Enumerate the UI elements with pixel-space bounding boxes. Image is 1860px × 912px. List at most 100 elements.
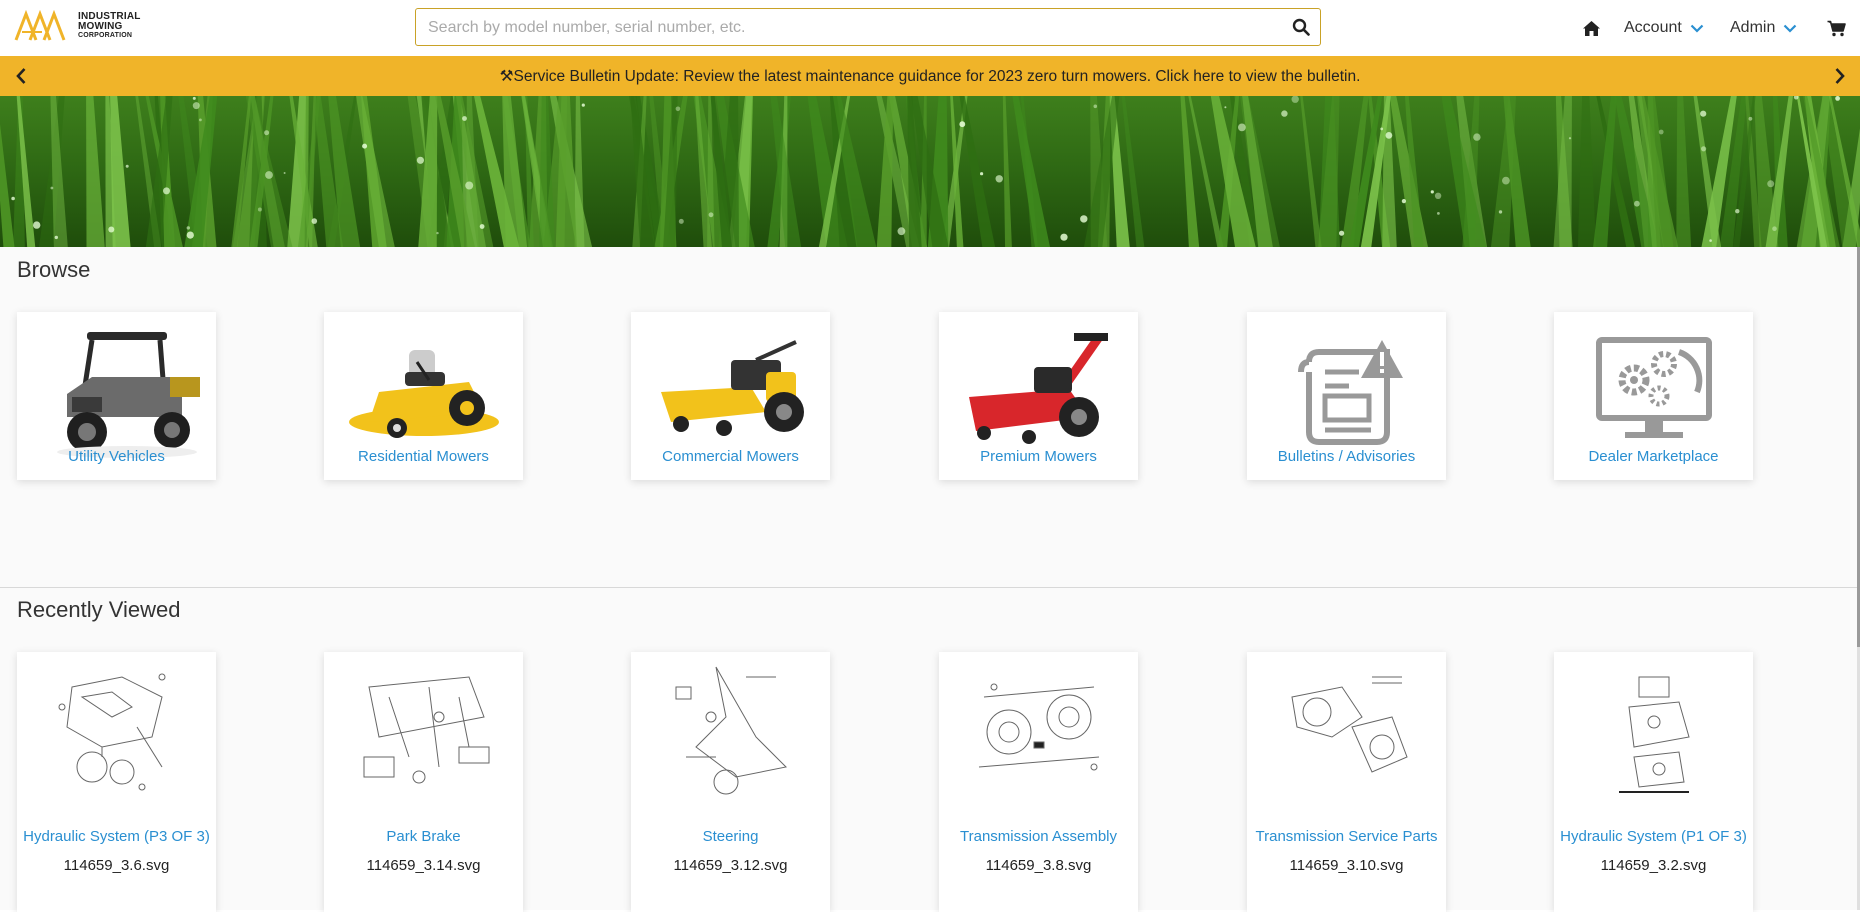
- browse-label[interactable]: Residential Mowers: [324, 448, 523, 465]
- recent-label[interactable]: Park Brake: [324, 828, 523, 845]
- recent-card[interactable]: Hydraulic System (P3 OF 3) 114659_3.6.sv…: [17, 652, 216, 912]
- dew-drop: [1772, 226, 1777, 231]
- grass-blade: [1002, 96, 1012, 247]
- dew-drop: [675, 106, 681, 112]
- dew-drop: [1080, 215, 1088, 223]
- dew-drop: [1281, 110, 1288, 117]
- top-bar: INDUSTRIAL MOWING CORPORATION Account Ad…: [0, 0, 1860, 56]
- recent-label[interactable]: Transmission Service Parts: [1247, 828, 1446, 845]
- grass-blade: [502, 96, 528, 247]
- service-bulletin-banner[interactable]: ⚒Service Bulletin Update: Review the lat…: [0, 56, 1860, 96]
- section-divider: [0, 587, 1857, 588]
- recent-label[interactable]: Steering: [631, 828, 830, 845]
- dew-drop: [708, 212, 714, 218]
- dew-drop: [283, 172, 286, 174]
- dew-drop: [199, 118, 202, 122]
- recent-card[interactable]: Park Brake 114659_3.14.svg: [324, 652, 523, 912]
- hero-grass-banner: [0, 96, 1860, 247]
- recent-card[interactable]: Steering 114659_3.12.svg: [631, 652, 830, 912]
- dew-drop: [1748, 116, 1753, 121]
- dew-drop: [479, 224, 485, 229]
- recent-filename: 114659_3.12.svg: [673, 857, 788, 874]
- dew-drop: [1634, 200, 1640, 207]
- admin-label: Admin: [1730, 19, 1776, 36]
- recent-filename: 114659_3.8.svg: [985, 857, 1092, 874]
- grass-illustration: [0, 96, 1860, 247]
- grass-blade: [1490, 96, 1516, 247]
- recent-card[interactable]: Hydraulic System (P1 OF 3) 114659_3.2.sv…: [1554, 652, 1753, 912]
- browse-card-bulletins[interactable]: Bulletins / Advisories: [1247, 312, 1446, 480]
- dew-drop: [186, 231, 194, 239]
- browse-card-utility-vehicles[interactable]: Utility Vehicles: [17, 312, 216, 480]
- search-icon[interactable]: [1292, 18, 1310, 36]
- browse-card-dealer-marketplace[interactable]: Dealer Marketplace: [1554, 312, 1753, 480]
- grass-blade: [1300, 96, 1322, 247]
- recent-label[interactable]: Hydraulic System (P3 OF 3): [17, 828, 216, 845]
- dew-drop: [959, 121, 966, 128]
- parts-diagram-image: [1554, 652, 1753, 812]
- recently-viewed-title: Recently Viewed: [17, 597, 181, 622]
- company-logo[interactable]: INDUSTRIAL MOWING CORPORATION: [14, 10, 141, 42]
- browse-label[interactable]: Bulletins / Advisories: [1247, 448, 1446, 465]
- dew-drop: [1380, 127, 1384, 131]
- logo-line-3: CORPORATION: [78, 32, 133, 39]
- dew-drop: [1434, 192, 1442, 199]
- recent-card[interactable]: Transmission Assembly 114659_3.8.svg: [939, 652, 1138, 912]
- grass-blade: [1676, 96, 1692, 247]
- dew-drop: [192, 102, 200, 110]
- recent-label[interactable]: Transmission Assembly: [939, 828, 1138, 845]
- recent-filename: 114659_3.10.svg: [1289, 857, 1404, 874]
- browse-label[interactable]: Utility Vehicles: [17, 448, 216, 465]
- dew-drop: [678, 218, 684, 224]
- cart-button[interactable]: [1827, 0, 1846, 56]
- bulletin-text[interactable]: ⚒Service Bulletin Update: Review the lat…: [500, 67, 1361, 86]
- dew-drop: [1060, 233, 1068, 241]
- dew-drop: [265, 171, 273, 179]
- dew-drop: [980, 172, 984, 176]
- dew-drop: [192, 96, 196, 100]
- search-input[interactable]: [426, 9, 1260, 47]
- recent-label[interactable]: Hydraulic System (P1 OF 3): [1554, 828, 1753, 845]
- recent-filename: 114659_3.2.svg: [1600, 857, 1707, 874]
- parts-diagram-image: [939, 652, 1138, 812]
- parts-diagram-image: [1247, 652, 1446, 812]
- recent-card[interactable]: Transmission Service Parts 114659_3.10.s…: [1247, 652, 1446, 912]
- parts-diagram-image: [324, 652, 523, 812]
- chevron-down-icon: [1784, 24, 1797, 33]
- dew-drop: [264, 130, 270, 136]
- grass-blade: [959, 96, 996, 247]
- dew-drop: [257, 207, 262, 212]
- chevron-left-icon[interactable]: [15, 67, 27, 85]
- dew-drop: [1473, 133, 1481, 141]
- account-label: Account: [1624, 19, 1682, 36]
- browse-card-premium-mowers[interactable]: Premium Mowers: [939, 312, 1138, 480]
- home-link[interactable]: [1582, 0, 1601, 56]
- browse-label[interactable]: Premium Mowers: [939, 448, 1138, 465]
- browse-label[interactable]: Dealer Marketplace: [1554, 448, 1753, 465]
- dew-drop: [1430, 190, 1434, 194]
- admin-menu[interactable]: Admin: [1730, 0, 1797, 56]
- dew-drop: [1735, 209, 1740, 214]
- browse-label[interactable]: Commercial Mowers: [631, 448, 830, 465]
- dew-drop: [1437, 212, 1440, 215]
- browse-card-residential-mowers[interactable]: Residential Mowers: [324, 312, 523, 480]
- cart-icon: [1827, 20, 1846, 36]
- account-menu[interactable]: Account: [1624, 0, 1704, 56]
- dew-drop: [186, 226, 190, 230]
- browse-card-commercial-mowers[interactable]: Commercial Mowers: [631, 312, 830, 480]
- dew-drop: [1709, 239, 1712, 242]
- browse-title: Browse: [17, 257, 91, 282]
- dew-drop: [1385, 132, 1393, 139]
- dew-drop: [1502, 176, 1510, 185]
- dew-drop: [11, 196, 15, 201]
- search-box: [415, 8, 1321, 47]
- dew-drop: [1238, 123, 1246, 132]
- dew-drop: [163, 187, 170, 195]
- dew-drop: [125, 164, 129, 168]
- dew-drop: [54, 235, 58, 240]
- grass-blade: [86, 96, 105, 247]
- dew-drop: [581, 103, 585, 107]
- chevron-right-icon[interactable]: [1834, 67, 1846, 85]
- parts-diagram-image: [631, 652, 830, 812]
- dew-drop: [33, 221, 41, 229]
